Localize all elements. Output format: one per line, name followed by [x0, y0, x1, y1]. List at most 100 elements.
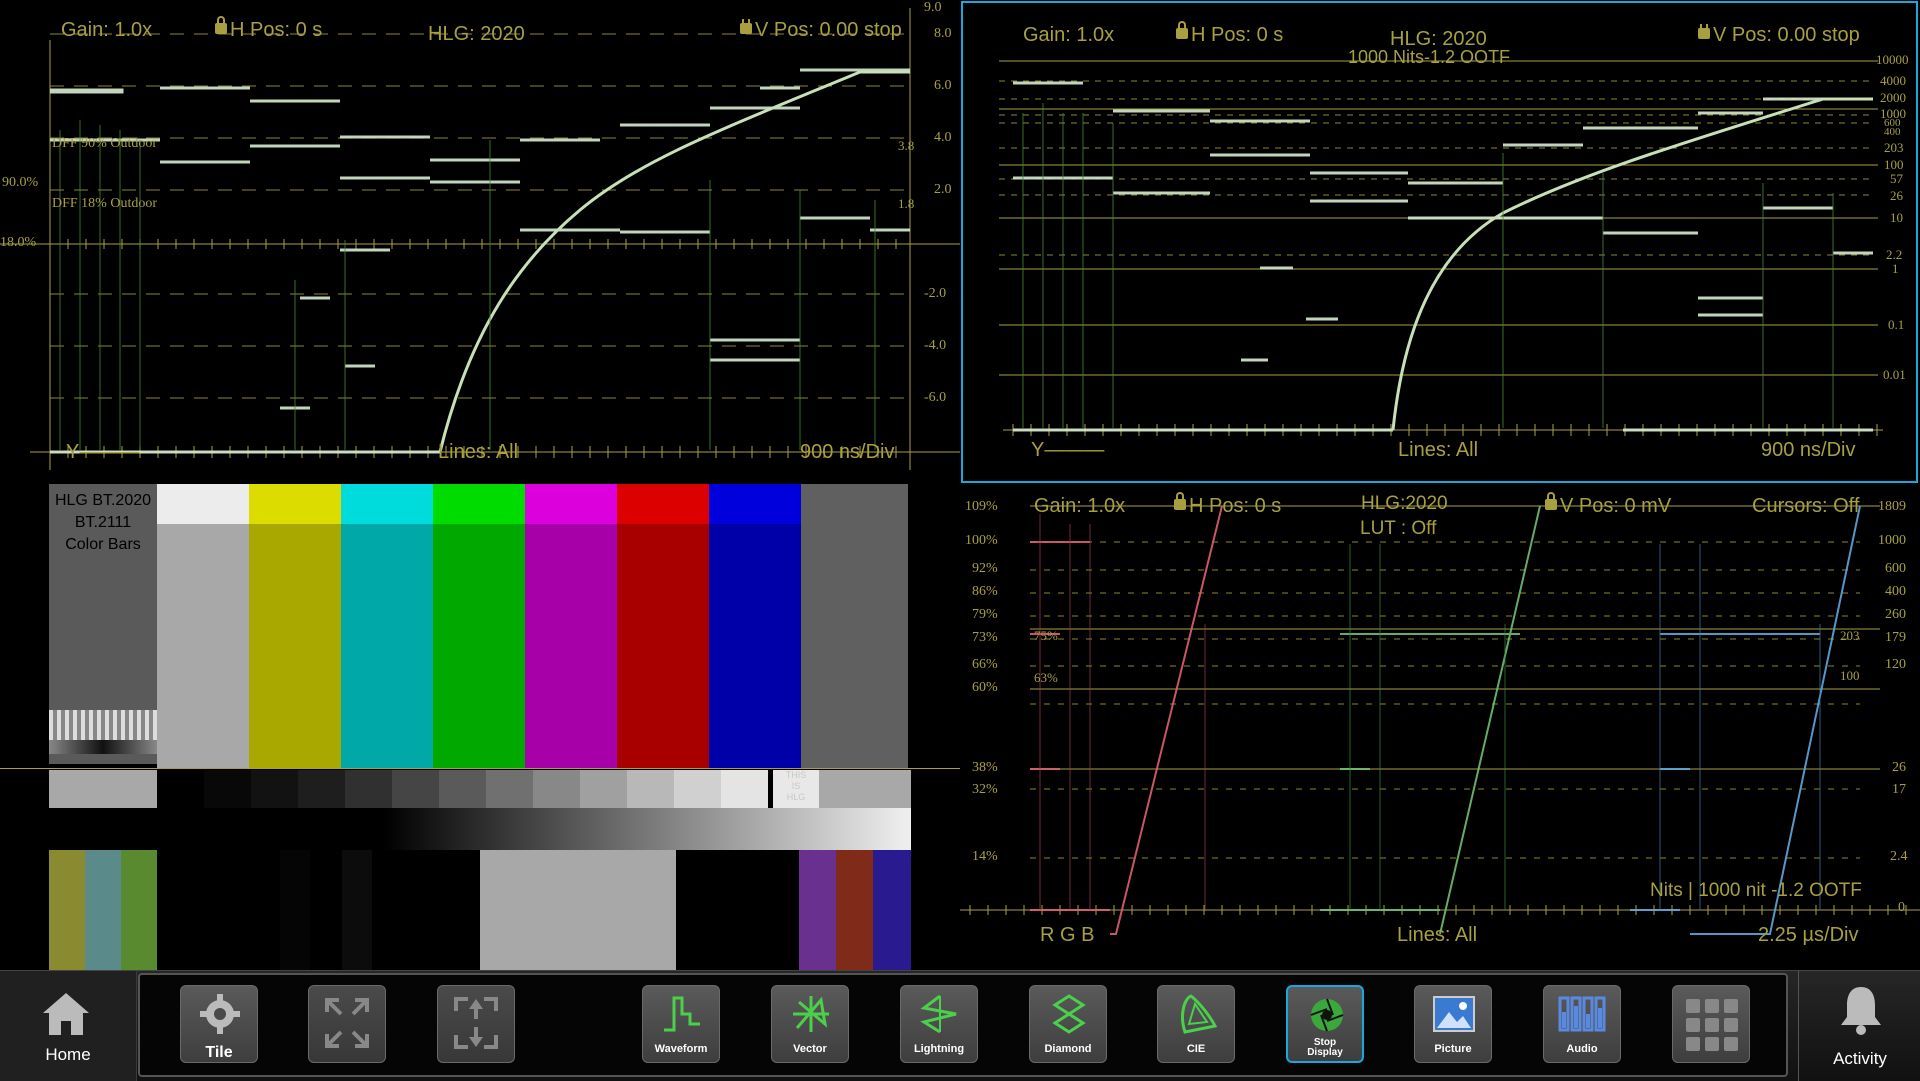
- home-button[interactable]: Home: [0, 971, 137, 1081]
- rgb-inner-63: 63%: [1034, 670, 1058, 685]
- wf2-r-2000: 2000: [1880, 90, 1906, 105]
- waveform-panel-2[interactable]: Gain: 1.0x H Pos: 0 s HLG: 2020 1000 Nit…: [961, 1, 1918, 483]
- gray-step: [298, 770, 345, 808]
- wf1-r-2: 2.0: [934, 182, 952, 197]
- bars-title-line-1: HLG BT.2020: [54, 492, 152, 509]
- hlg-patch: THIS IS HLG: [773, 770, 819, 808]
- color-bar: [157, 524, 249, 768]
- rgb-gain: Gain: 1.0x: [1034, 495, 1126, 517]
- wf1-r-8: 8.0: [934, 26, 952, 41]
- color-bar: [709, 524, 801, 768]
- rgb-r-0: 0: [1898, 900, 1905, 915]
- wf1-timebase: 900 ns/Div: [800, 441, 895, 463]
- wf2-channel: Y———: [1031, 439, 1105, 461]
- color-bar: [801, 484, 908, 768]
- grid-icon: [1686, 999, 1738, 1051]
- cie-label: CIE: [1186, 1043, 1206, 1055]
- wf2-r-0.01: 0.01: [1883, 367, 1906, 382]
- bars-zoneplate: [49, 710, 157, 740]
- rgb-hpos-text: H Pos: 0 s: [1189, 495, 1282, 517]
- wf2-subtitle: 1000 Nits-1.2 OOTF: [1348, 47, 1511, 67]
- rgb-vpos-text: V Pos: 0 mV: [1560, 495, 1672, 517]
- rgb-r-120: 120: [1885, 657, 1906, 672]
- rgb-inner-203: 203: [1840, 628, 1860, 643]
- rgb-l-73: 73%: [972, 630, 998, 645]
- wf2-vpos: V Pos: 0.00 stop: [1698, 24, 1868, 47]
- rgb-cursors: Cursors: Off: [1752, 495, 1860, 517]
- picture-label: Picture: [1434, 1043, 1472, 1055]
- wf1-vpos-text: V Pos: 0.00 stop: [755, 19, 902, 41]
- hlg-text-1: THIS: [785, 770, 807, 780]
- stop-display-label-2: Display: [1307, 1047, 1343, 1058]
- hlg-text-2: IS: [791, 781, 801, 791]
- wf1-r-9: 9.0: [924, 0, 942, 15]
- lightning-button[interactable]: Lightning: [900, 985, 978, 1063]
- fullscreen-button[interactable]: [308, 985, 386, 1063]
- lock-icon: [1176, 21, 1188, 40]
- rgb-l-32: 32%: [972, 782, 998, 797]
- swap-button[interactable]: [437, 985, 515, 1063]
- wf1-lines: Lines: All: [438, 441, 519, 463]
- wf1-r-m2: -2.0: [924, 286, 947, 301]
- rgb-l-60: 60%: [972, 680, 998, 695]
- lock-icon: [740, 19, 752, 35]
- rgb-nits: Nits | 1000 nit -1.2 OOTF: [1650, 880, 1862, 901]
- vector-button[interactable]: Vector: [771, 985, 849, 1063]
- gray-step: [204, 770, 251, 808]
- rgb-l-14: 14%: [972, 849, 998, 864]
- lock-icon: [1174, 492, 1186, 511]
- rgb-r-400: 400: [1885, 584, 1906, 599]
- hlg-text-3: HLG: [786, 792, 806, 802]
- color-bars-picture[interactable]: HLG BT.2020 BT.2111 Color Bars THIS IS H…: [0, 484, 960, 970]
- bars-patch-purple: [799, 850, 836, 970]
- stop-display-button[interactable]: Stop Display: [1286, 985, 1364, 1063]
- wf2-timebase: 900 ns/Div: [1761, 439, 1856, 461]
- wf1-r-1.8: 1.8: [898, 196, 915, 211]
- bottom-toolbar: Home Tile Waveform Vector Lightning Diam…: [0, 970, 1920, 1081]
- tile-label: Tile: [205, 1044, 233, 1061]
- waveform-button[interactable]: Waveform: [642, 985, 720, 1063]
- wf2-r-10000: 10000: [1876, 52, 1909, 67]
- gray-step: [345, 770, 392, 808]
- rgb-r-179: 179: [1885, 630, 1906, 645]
- picture-button[interactable]: Picture: [1414, 985, 1492, 1063]
- swap-icon: [454, 997, 498, 1049]
- vector-label: Vector: [793, 1043, 827, 1055]
- bars-ramp-small: [49, 740, 157, 754]
- bars-ramp: [157, 808, 911, 850]
- rgb-l-79: 79%: [972, 607, 998, 622]
- wf1-gain: Gain: 1.0x: [61, 19, 153, 41]
- lock-icon: [1698, 24, 1710, 40]
- color-bar-top: [433, 484, 525, 524]
- audio-button[interactable]: Audio: [1543, 985, 1621, 1063]
- gray-step: [580, 770, 627, 808]
- color-bar-top: [525, 484, 617, 524]
- wf2-vpos-text: V Pos: 0.00 stop: [1713, 24, 1860, 46]
- rgb-lut: LUT : Off: [1360, 518, 1437, 539]
- wf2-r-4000: 4000: [1880, 73, 1906, 88]
- wf1-r-6: 6.0: [934, 78, 952, 93]
- cie-button[interactable]: CIE: [1157, 985, 1235, 1063]
- waveform-1-graticule: [0, 8, 960, 470]
- tile-button[interactable]: Tile: [180, 985, 258, 1063]
- waveform-icon: [664, 996, 700, 1032]
- color-bar-top: [249, 484, 341, 524]
- wf1-vpos: V Pos: 0.00 stop: [740, 19, 908, 42]
- app-grid-button[interactable]: [1672, 985, 1750, 1063]
- activity-button[interactable]: Activity: [1798, 971, 1920, 1081]
- rgb-inner-100: 100: [1840, 668, 1860, 683]
- gray-step: [721, 770, 768, 808]
- rgb-r-1809: 1809: [1878, 499, 1906, 514]
- waveform-panel-1[interactable]: Gain: 1.0x H Pos: 0 s HLG: 2020 V Pos: 0…: [0, 0, 960, 484]
- expand-icon: [325, 998, 369, 1048]
- wf1-hpos-text: H Pos: 0 s: [230, 19, 323, 41]
- color-bar-top: [157, 484, 249, 524]
- wf1-dff1: DFF 90% Outdoor: [52, 136, 158, 151]
- rgb-parade-panel[interactable]: Gain: 1.0x H Pos: 0 s HLG:2020 LUT : Off…: [960, 484, 1920, 970]
- audio-meter-icon: [1558, 996, 1606, 1032]
- gray-step: [392, 770, 439, 808]
- rgb-l-38: 38%: [972, 760, 998, 775]
- gray-step: [486, 770, 533, 808]
- wf1-title: HLG: 2020: [428, 23, 525, 45]
- diamond-button[interactable]: Diamond: [1029, 985, 1107, 1063]
